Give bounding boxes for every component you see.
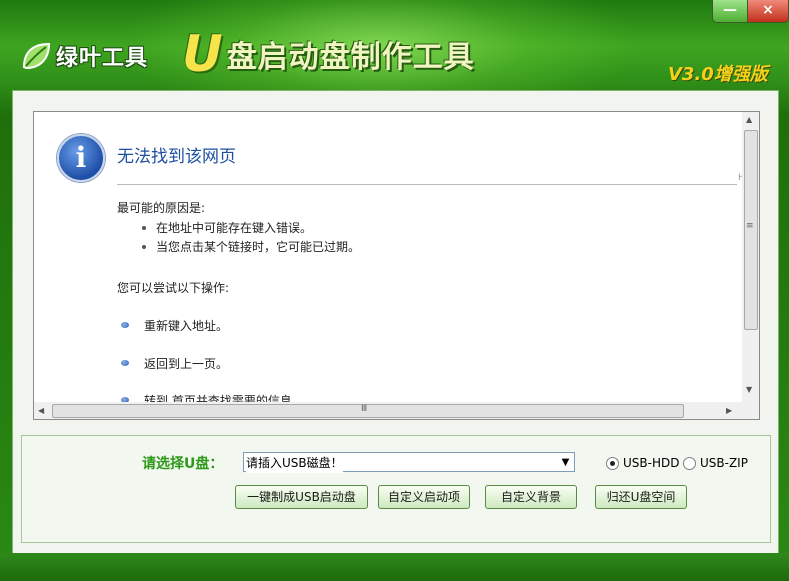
- close-icon: ×: [762, 2, 774, 18]
- bullet-icon: [142, 226, 146, 230]
- radio-button-icon[interactable]: [683, 456, 696, 470]
- radio-usb-hdd[interactable]: USB-HDD: [606, 452, 679, 474]
- action-item[interactable]: 返回到上一页。: [144, 355, 228, 372]
- radio-usb-zip[interactable]: USB-ZIP: [683, 452, 748, 474]
- usb-disk-select[interactable]: 请插入USB磁盘！ ▼: [243, 452, 575, 473]
- cause-item: 在地址中可能存在键入错误。: [156, 221, 313, 235]
- version-label: V3.0增强版: [668, 64, 768, 85]
- horizontal-scrollbar[interactable]: ◀ Ⅲ ▶: [34, 402, 742, 419]
- chevron-down-icon[interactable]: ▼: [557, 453, 574, 471]
- grip-icon: ≡: [746, 221, 754, 231]
- scroll-corner: [742, 402, 759, 419]
- app-title: U 盘启动盘制作工具: [182, 25, 475, 83]
- scroll-up-icon[interactable]: ▲: [746, 115, 752, 124]
- divider: [117, 184, 737, 185]
- main-content: i 无法找到该网页 H 最可能的原因是: 在地址中可能存在键入错误。 当您点击某…: [12, 90, 779, 554]
- app-window: — × 绿叶工具 U 盘启动盘制作工具 V3.0增强版 i 无法找到该网页 H …: [0, 0, 789, 581]
- radio-label: USB-ZIP: [700, 456, 748, 470]
- error-title: 无法找到该网页: [117, 147, 236, 167]
- grip-icon: Ⅲ: [361, 404, 368, 414]
- leaf-icon: [22, 42, 51, 70]
- usb-disk-select-value: 请插入USB磁盘！: [246, 453, 343, 473]
- try-heading: 您可以尝试以下操作:: [117, 281, 230, 295]
- vertical-scrollbar[interactable]: ▲ ≡ ▼: [742, 112, 759, 402]
- radio-label: USB-HDD: [623, 456, 680, 470]
- horizontal-scroll-thumb[interactable]: Ⅲ: [52, 404, 684, 418]
- cause-heading: 最可能的原因是:: [117, 201, 206, 215]
- custom-boot-items-button[interactable]: 自定义启动项: [378, 485, 470, 509]
- app-title-u: U: [182, 25, 223, 83]
- bottom-bar: [0, 553, 789, 581]
- scroll-right-icon[interactable]: ▶: [726, 406, 732, 415]
- brand-logo: 绿叶工具: [20, 40, 148, 72]
- minimize-icon: —: [723, 2, 737, 18]
- app-title-text: 盘启动盘制作工具: [226, 40, 475, 75]
- action-item[interactable]: 重新键入地址。: [144, 317, 228, 334]
- bullet-icon: [121, 360, 129, 366]
- embedded-browser: i 无法找到该网页 H 最可能的原因是: 在地址中可能存在键入错误。 当您点击某…: [33, 111, 760, 420]
- close-button[interactable]: ×: [747, 0, 789, 23]
- usb-select-label: 请选择U盘：: [142, 456, 224, 472]
- scroll-down-icon[interactable]: ▼: [746, 385, 752, 394]
- restore-usb-space-button[interactable]: 归还U盘空间: [595, 485, 687, 509]
- radio-button-icon[interactable]: [606, 456, 619, 470]
- scroll-left-icon[interactable]: ◀: [38, 406, 44, 415]
- cause-item: 当您点击某个链接时，它可能已过期。: [156, 240, 361, 254]
- vertical-scroll-thumb[interactable]: ≡: [744, 130, 758, 330]
- make-bootable-button[interactable]: 一键制成USB启动盘: [235, 485, 368, 509]
- bullet-icon: [142, 245, 146, 249]
- info-icon: i: [57, 134, 105, 182]
- custom-background-button[interactable]: 自定义背景: [485, 485, 577, 509]
- usb-panel: 请选择U盘： 请插入USB磁盘！ ▼ USB-HDD USB-ZIP 一键制成U…: [21, 435, 771, 543]
- bullet-icon: [121, 322, 129, 328]
- brand-name: 绿叶工具: [56, 46, 149, 71]
- minimize-button[interactable]: —: [712, 0, 748, 23]
